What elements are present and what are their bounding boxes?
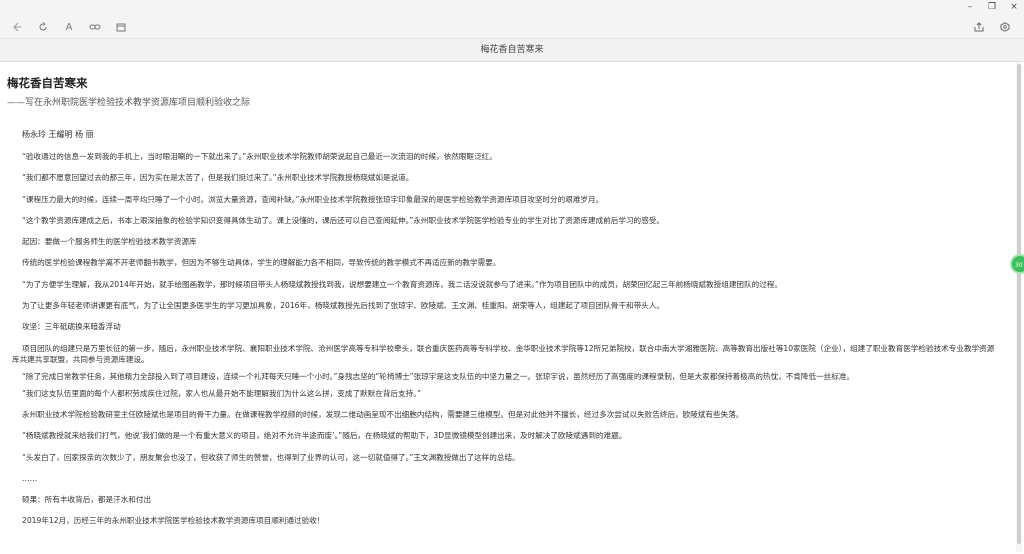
- calendar-icon: [116, 23, 126, 32]
- paragraph: 永州职业技术学院检验教研室主任欧陵斌也是项目的骨干力量。在做课程教学视频的时候，…: [22, 409, 744, 419]
- article-body: “验收通过的信息一发到我的手机上，当时眼泪唰的一下就出来了。”永州职业技术学院教…: [12, 151, 997, 537]
- paragraph: “我们这支队伍里面的每个人都积劳成疾住过院，家人也从最开始不能理解我们为什么这么…: [22, 388, 421, 398]
- refresh-button[interactable]: [36, 20, 50, 34]
- paragraph: “除了完成日常教学任务，其他精力全部投入到了项目建设，连续一个礼拜每天只睡一个小…: [22, 371, 855, 381]
- paragraph: “我们都不愿意回望过去的那三年，因为实在是太苦了，但是我们挺过来了。”永州职业技…: [22, 173, 414, 183]
- paragraph: “课程压力最大的时候，连续一周平均只睡了一个小时。浏览大量资源，查阅补缺。”永州…: [22, 194, 604, 204]
- vertical-scrollbar[interactable]: [1016, 62, 1022, 552]
- floating-badge[interactable]: 30: [1010, 254, 1024, 274]
- toolbar-left: A: [10, 20, 128, 34]
- calendar-button[interactable]: [114, 20, 128, 34]
- paragraph: 2019年12月，历经三年的永州职业技术学院医学检验技术教学资源库项目顺利通过验…: [22, 516, 325, 526]
- share-icon: [974, 22, 984, 32]
- section-heading: 硕果：所有丰收背后，都是汗水和付出: [22, 495, 152, 505]
- toolbar-right: [972, 20, 1012, 34]
- paragraph: ……: [22, 473, 38, 483]
- link-button[interactable]: [88, 20, 102, 34]
- window-controls: – ❐ ×: [964, 2, 1020, 12]
- paragraph: “这个教学资源库建成之后，书本上艰深抽象的检验学知识变得具体生动了。课上没懂的，…: [22, 215, 664, 225]
- article-content: 梅花香自苦寒来 ——写在永州职院医学检验技术教学资源库项目顺利验收之际 杨永玲 …: [0, 61, 1014, 554]
- share-button[interactable]: [972, 20, 986, 34]
- minimize-button[interactable]: –: [964, 2, 976, 12]
- restore-button[interactable]: ❐: [986, 2, 998, 12]
- article-title: 梅花香自苦寒来: [7, 76, 88, 90]
- hexagon-settings-icon: [1000, 22, 1010, 32]
- close-button[interactable]: ×: [1008, 2, 1020, 12]
- section-heading: 起因：要做一个服务师生的医学检验技术教学资源库: [22, 237, 197, 247]
- paragraph: 项目团队的组建只是万里长征的第一步，随后，永州职业技术学院、襄阳职业技术学院、沧…: [12, 343, 995, 364]
- settings-button[interactable]: [998, 20, 1012, 34]
- link-icon: [89, 24, 101, 30]
- paragraph: “杨晓斌教授就来给我们打气，他说‘我们做的是一个有重大意义的项目，绝对不允许半途…: [22, 431, 627, 441]
- paragraph: “头发白了，回家探亲的次数少了，朋友聚会也没了，但收获了师生的赞誉，也得到了业界…: [22, 452, 520, 462]
- app-topbar: – ❐ × A: [0, 0, 1024, 38]
- scrollbar-thumb[interactable]: [1017, 64, 1021, 544]
- paragraph: “验收通过的信息一发到我的手机上，当时眼泪唰的一下就出来了。”永州职业技术学院教…: [22, 152, 497, 161]
- paragraph: 为了让更多年轻老师讲课更有底气，为了让全国更多医学生的学习更加具象，2016年，…: [22, 301, 665, 311]
- paragraph: 传统的医学检验课程教学离不开老师翻书教学，但因为不够生动具体，学生的理解能力各不…: [22, 258, 501, 268]
- section-heading: 攻坚：三年砥砺换来暗香浮动: [22, 322, 121, 332]
- arrow-left-icon: [13, 22, 21, 32]
- font-button[interactable]: A: [62, 20, 76, 34]
- article-subtitle: ——写在永州职院医学检验技术教学资源库项目顺利验收之际: [7, 98, 251, 108]
- document-tab-title: 梅花香自苦寒来: [0, 38, 1024, 62]
- article-authors: 杨永玲 王耀明 杨 丽: [22, 130, 94, 139]
- back-button[interactable]: [10, 20, 24, 34]
- refresh-icon: [39, 22, 47, 31]
- paragraph: “为了方便学生理解，我从2014年开始，就手绘图画教学，那时候项目带头人杨晓斌教…: [22, 279, 782, 289]
